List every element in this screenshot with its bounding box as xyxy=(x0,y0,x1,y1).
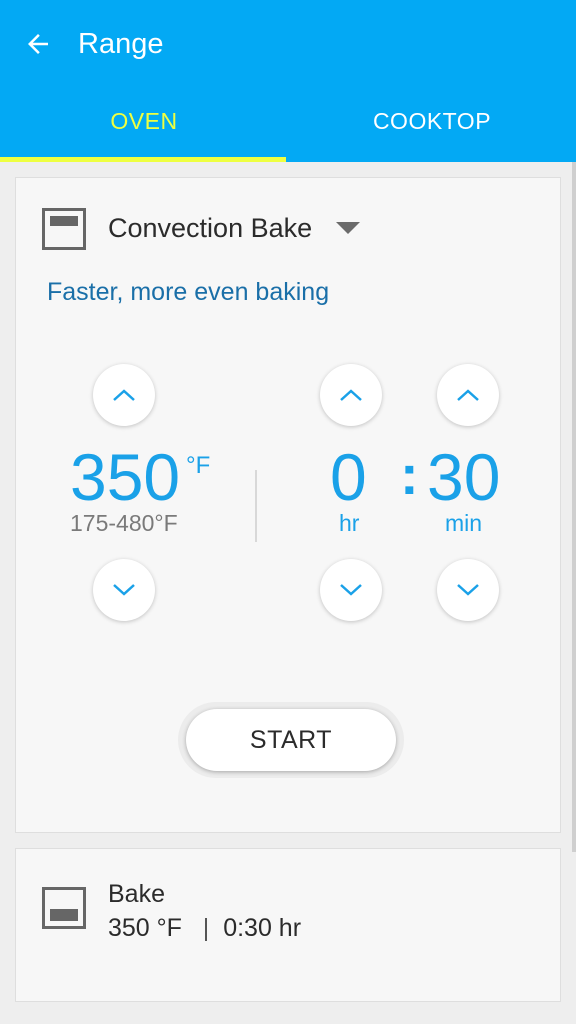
preset-separator: | xyxy=(202,914,210,942)
temperature-unit: °F xyxy=(186,452,211,479)
chevron-down-icon xyxy=(457,584,479,596)
scrollbar[interactable] xyxy=(572,162,576,852)
minutes-value: 30 xyxy=(427,440,501,514)
minutes-up-button[interactable] xyxy=(437,364,499,426)
preset-card[interactable]: Bake 350 °F | 0:30 hr xyxy=(15,848,561,1002)
tab-oven[interactable]: OVEN xyxy=(0,96,288,146)
chevron-up-icon xyxy=(340,389,362,401)
oven-icon xyxy=(42,887,86,929)
oven-control-card: Convection Bake Faster, more even baking… xyxy=(15,177,561,833)
mode-label: Convection Bake xyxy=(108,212,313,243)
tab-indicator xyxy=(0,157,286,162)
mode-description: Faster, more even baking xyxy=(47,278,330,306)
caret-down-icon xyxy=(336,222,361,234)
column-divider xyxy=(255,470,257,542)
hours-down-button[interactable] xyxy=(320,559,382,621)
tab-cooktop-label: COOKTOP xyxy=(372,107,492,134)
back-button[interactable] xyxy=(18,24,58,64)
chevron-down-icon xyxy=(340,584,362,596)
preset-time: 0:30 hr xyxy=(223,914,302,942)
oven-icon xyxy=(42,208,86,250)
preset-details: 350 °F | 0:30 hr xyxy=(108,914,301,943)
temperature-value: 350 xyxy=(70,440,181,514)
page-title: Range xyxy=(78,28,164,60)
temperature-up-button[interactable] xyxy=(93,364,155,426)
temperature-range: 175-480°F xyxy=(70,510,178,536)
chevron-down-icon xyxy=(113,584,135,596)
hours-unit: hr xyxy=(339,510,360,536)
minutes-unit: min xyxy=(445,510,483,536)
preset-temperature: 350 °F xyxy=(108,914,182,942)
arrow-left-icon xyxy=(28,34,48,54)
time-separator: : xyxy=(400,443,419,506)
mode-dropdown[interactable]: Convection Bake xyxy=(108,212,361,244)
minutes-down-button[interactable] xyxy=(437,559,499,621)
app-bar: Range OVEN COOKTOP xyxy=(0,0,576,162)
start-button-container: START xyxy=(178,702,404,778)
tab-oven-label: OVEN xyxy=(110,107,178,134)
tab-cooktop[interactable]: COOKTOP xyxy=(288,96,576,146)
preset-name: Bake xyxy=(108,880,165,908)
hours-value: 0 xyxy=(330,440,367,514)
start-button[interactable]: START xyxy=(186,709,396,771)
chevron-up-icon xyxy=(457,389,479,401)
temperature-down-button[interactable] xyxy=(93,559,155,621)
hours-up-button[interactable] xyxy=(320,364,382,426)
chevron-up-icon xyxy=(113,389,135,401)
